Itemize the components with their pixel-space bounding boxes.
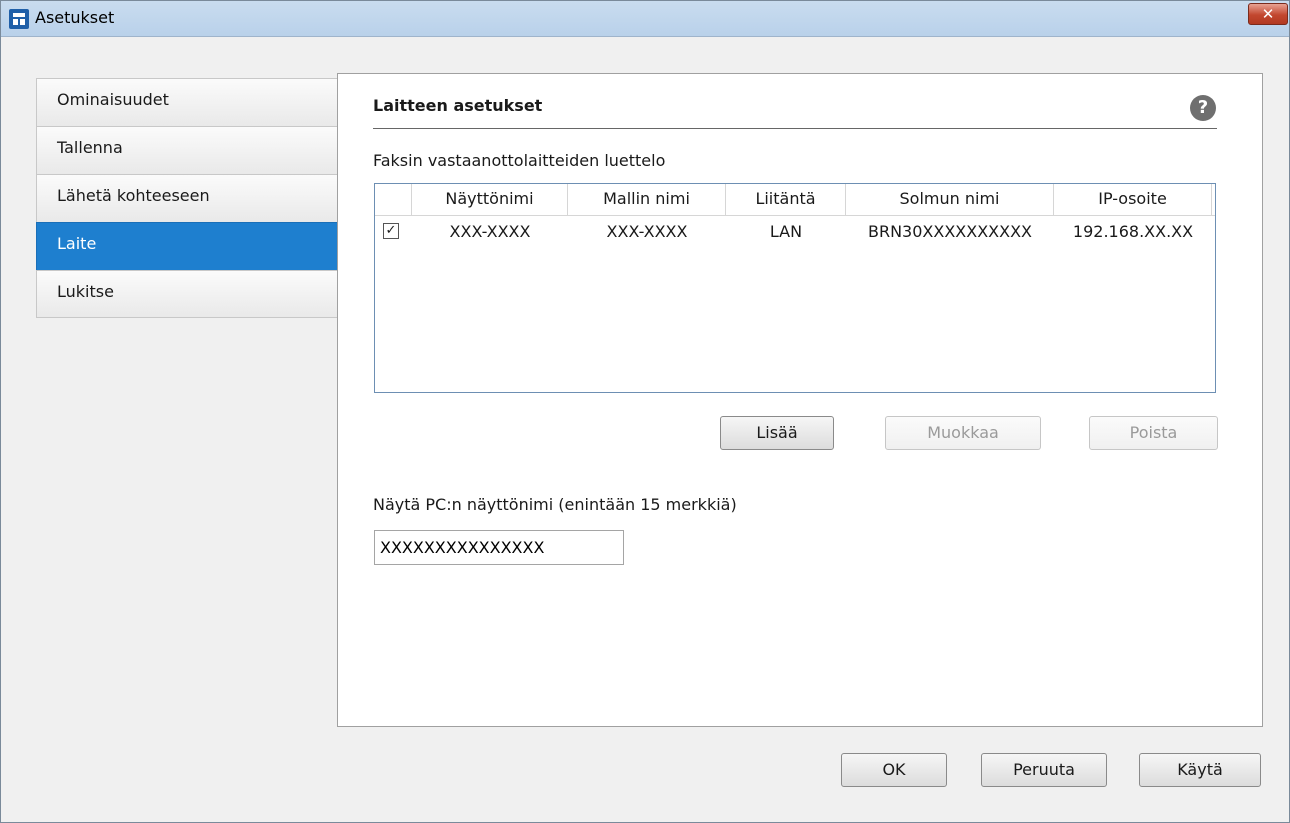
section-title: Laitteen asetukset	[373, 96, 543, 115]
header-ip-address[interactable]: IP-osoite	[1054, 184, 1212, 216]
section-divider	[373, 128, 1217, 129]
pc-display-name-label: Näytä PC:n näyttönimi (enintään 15 merkk…	[373, 495, 737, 514]
add-button[interactable]: Lisää	[720, 416, 834, 450]
header-model-name[interactable]: Mallin nimi	[568, 184, 726, 216]
sidebar: Ominaisuudet Tallenna Lähetä kohteeseen …	[36, 78, 338, 318]
app-icon	[9, 9, 29, 29]
sidebar-item-ominaisuudet[interactable]: Ominaisuudet	[36, 78, 338, 126]
apply-button[interactable]: Käytä	[1139, 753, 1261, 787]
table-header: Näyttönimi Mallin nimi Liitäntä Solmun n…	[375, 184, 1215, 216]
remove-button[interactable]: Poista	[1089, 416, 1218, 450]
settings-panel: Laitteen asetukset ? Faksin vastaanottol…	[337, 73, 1263, 727]
header-checkbox-column	[375, 184, 412, 216]
title-bar[interactable]: Asetukset ✕	[1, 1, 1289, 37]
pc-display-name-input[interactable]	[374, 530, 624, 565]
cell-node-name: BRN30XXXXXXXXXX	[867, 222, 1033, 241]
cell-interface: LAN	[769, 222, 803, 241]
device-table[interactable]: Näyttönimi Mallin nimi Liitäntä Solmun n…	[374, 183, 1216, 393]
cell-ip-address: 192.168.XX.XX	[1072, 222, 1194, 241]
cancel-button[interactable]: Peruuta	[981, 753, 1107, 787]
help-icon[interactable]: ?	[1190, 95, 1216, 121]
cell-display-name: XXX-XXXX	[449, 222, 531, 241]
sidebar-item-lukitse[interactable]: Lukitse	[36, 270, 338, 318]
window-title: Asetukset	[35, 8, 115, 27]
header-interface[interactable]: Liitäntä	[726, 184, 846, 216]
ok-button[interactable]: OK	[841, 753, 947, 787]
header-node-name[interactable]: Solmun nimi	[846, 184, 1054, 216]
row-checkbox[interactable]: ✓	[383, 223, 399, 239]
table-row[interactable]: ✓ XXX-XXXX XXX-XXXX LAN BRN30XXXXXXXXXX …	[375, 217, 1215, 247]
edit-button[interactable]: Muokkaa	[885, 416, 1041, 450]
sidebar-item-tallenna[interactable]: Tallenna	[36, 126, 338, 174]
sidebar-item-laheta-kohteeseen[interactable]: Lähetä kohteeseen	[36, 174, 338, 222]
sidebar-item-laite[interactable]: Laite	[36, 222, 338, 270]
header-display-name[interactable]: Näyttönimi	[412, 184, 568, 216]
settings-window: Asetukset ✕ Ominaisuudet Tallenna Lähetä…	[0, 0, 1290, 823]
device-list-label: Faksin vastaanottolaitteiden luettelo	[373, 151, 666, 170]
close-button[interactable]: ✕	[1248, 3, 1288, 25]
cell-model-name: XXX-XXXX	[606, 222, 688, 241]
